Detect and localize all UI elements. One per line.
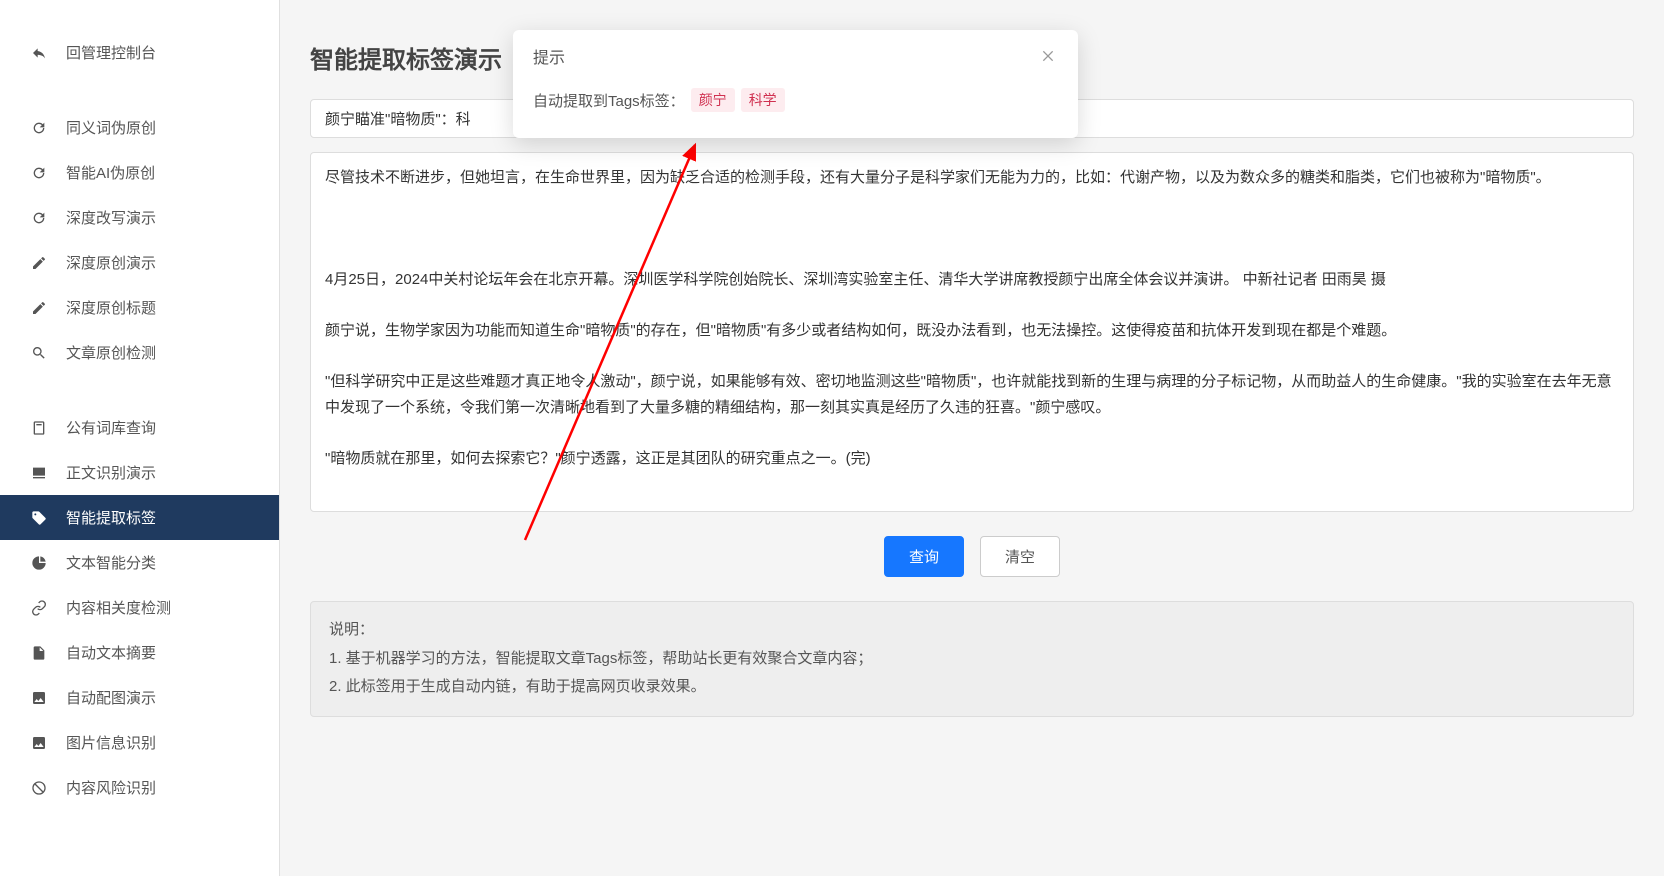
modal-dialog: 提示 自动提取到Tags标签： 颜宁 科学 (513, 30, 1078, 138)
sidebar-item-label: 深度改写演示 (66, 207, 156, 228)
sidebar-item-classify[interactable]: 文本智能分类 (0, 540, 279, 585)
query-button[interactable]: 查询 (884, 536, 964, 577)
sidebar-item-relevance[interactable]: 内容相关度检测 (0, 585, 279, 630)
sidebar-item-ai[interactable]: 智能AI伪原创 (0, 150, 279, 195)
sidebar-item-label: 自动配图演示 (66, 687, 156, 708)
file-icon (30, 644, 48, 662)
clear-button[interactable]: 清空 (980, 536, 1060, 577)
reply-icon (30, 44, 48, 62)
image-icon (30, 689, 48, 707)
refresh-icon (30, 209, 48, 227)
sidebar-item-label: 图片信息识别 (66, 732, 156, 753)
edit-icon (30, 254, 48, 272)
search-icon (30, 344, 48, 362)
sidebar-item-label: 文章原创检测 (66, 342, 156, 363)
sidebar-back-label: 回管理控制台 (66, 42, 156, 63)
pie-icon (30, 554, 48, 572)
sidebar-item-label: 深度原创标题 (66, 297, 156, 318)
sidebar-item-original-title[interactable]: 深度原创标题 (0, 285, 279, 330)
modal-text: 自动提取到Tags标签： (533, 90, 685, 111)
sidebar-item-summary[interactable]: 自动文本摘要 (0, 630, 279, 675)
modal-body: 自动提取到Tags标签： 颜宁 科学 (513, 78, 1078, 138)
refresh-icon (30, 164, 48, 182)
tag-icon (30, 509, 48, 527)
edit-icon (30, 299, 48, 317)
modal-close-button[interactable] (1038, 46, 1058, 66)
sidebar-item-detect[interactable]: 文章原创检测 (0, 330, 279, 375)
button-row: 查询 清空 (310, 526, 1634, 587)
image-icon (30, 734, 48, 752)
sidebar-item-body-detect[interactable]: 正文识别演示 (0, 450, 279, 495)
sidebar-item-rewrite[interactable]: 深度改写演示 (0, 195, 279, 240)
sidebar-item-label: 内容相关度检测 (66, 597, 171, 618)
sidebar-item-thesaurus[interactable]: 公有词库查询 (0, 405, 279, 450)
sidebar: 回管理控制台 同义词伪原创 智能AI伪原创 深度改写演示 深度原创演示 (0, 0, 280, 876)
extracted-tag: 科学 (741, 88, 785, 112)
info-heading: 说明： (329, 616, 1615, 645)
ban-icon (30, 779, 48, 797)
book-icon (30, 419, 48, 437)
monitor-icon (30, 464, 48, 482)
sidebar-item-imageinfo[interactable]: 图片信息识别 (0, 720, 279, 765)
sidebar-back[interactable]: 回管理控制台 (0, 30, 279, 75)
sidebar-item-original-demo[interactable]: 深度原创演示 (0, 240, 279, 285)
modal-title: 提示 (533, 44, 565, 68)
sidebar-item-label: 内容风险识别 (66, 777, 156, 798)
info-box: 说明： 1. 基于机器学习的方法，智能提取文章Tags标签，帮助站长更有效聚合文… (310, 601, 1634, 717)
sidebar-item-extract-tags[interactable]: 智能提取标签 (0, 495, 279, 540)
info-line: 2. 此标签用于生成自动内链，有助于提高网页收录效果。 (329, 673, 1615, 702)
sidebar-item-label: 公有词库查询 (66, 417, 156, 438)
sidebar-item-label: 同义词伪原创 (66, 117, 156, 138)
sidebar-item-label: 文本智能分类 (66, 552, 156, 573)
modal-header: 提示 (513, 30, 1078, 78)
content-textarea[interactable]: 尽管技术不断进步，但她坦言，在生命世界里，因为缺乏合适的检测手段，还有大量分子是… (310, 152, 1634, 512)
sidebar-item-label: 正文识别演示 (66, 462, 156, 483)
sidebar-item-autoimage[interactable]: 自动配图演示 (0, 675, 279, 720)
sidebar-item-label: 智能提取标签 (66, 507, 156, 528)
link-icon (30, 599, 48, 617)
sidebar-item-label: 深度原创演示 (66, 252, 156, 273)
sidebar-item-label: 自动文本摘要 (66, 642, 156, 663)
sidebar-item-synonym[interactable]: 同义词伪原创 (0, 105, 279, 150)
sidebar-item-label: 智能AI伪原创 (66, 162, 155, 183)
refresh-icon (30, 119, 48, 137)
info-line: 1. 基于机器学习的方法，智能提取文章Tags标签，帮助站长更有效聚合文章内容； (329, 645, 1615, 674)
extracted-tag: 颜宁 (691, 88, 735, 112)
sidebar-item-risk[interactable]: 内容风险识别 (0, 765, 279, 810)
